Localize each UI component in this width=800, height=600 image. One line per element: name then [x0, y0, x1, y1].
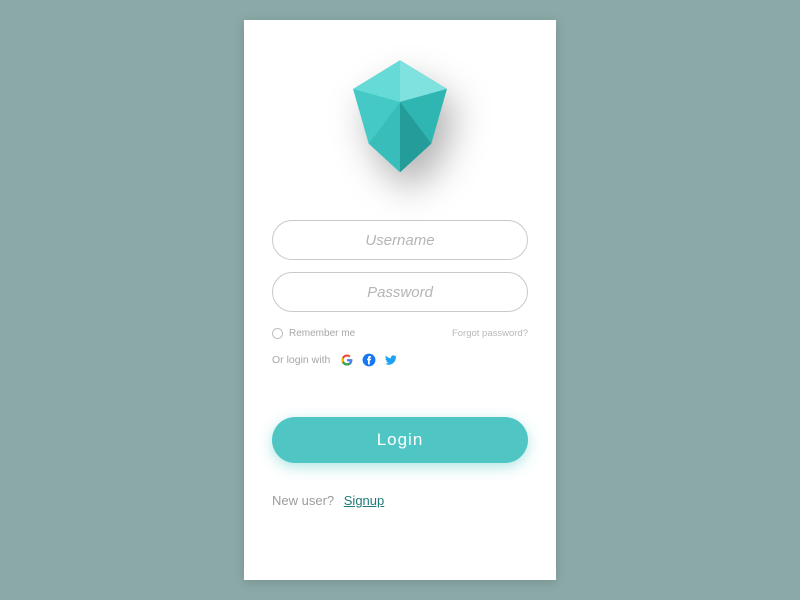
- twitter-icon[interactable]: [384, 353, 398, 367]
- username-input[interactable]: [272, 220, 528, 260]
- social-login-row: Or login with: [272, 353, 528, 367]
- social-login-label: Or login with: [272, 354, 330, 366]
- login-screen: Remember me Forgot password? Or login wi…: [244, 20, 556, 580]
- radio-icon: [272, 328, 283, 339]
- options-row: Remember me Forgot password?: [272, 328, 528, 339]
- facebook-icon[interactable]: [362, 353, 376, 367]
- signup-row: New user? Signup: [272, 493, 528, 508]
- password-input[interactable]: [272, 272, 528, 312]
- social-icons: [340, 353, 398, 367]
- google-icon[interactable]: [340, 353, 354, 367]
- logo-container: [272, 50, 528, 180]
- login-form: [272, 220, 528, 324]
- remember-me-toggle[interactable]: Remember me: [272, 328, 355, 339]
- remember-me-label: Remember me: [289, 328, 355, 339]
- login-button[interactable]: Login: [272, 417, 528, 463]
- forgot-password-link[interactable]: Forgot password?: [452, 328, 528, 339]
- signup-link[interactable]: Signup: [344, 493, 384, 508]
- new-user-label: New user?: [272, 493, 334, 508]
- gem-logo-icon: [335, 50, 465, 180]
